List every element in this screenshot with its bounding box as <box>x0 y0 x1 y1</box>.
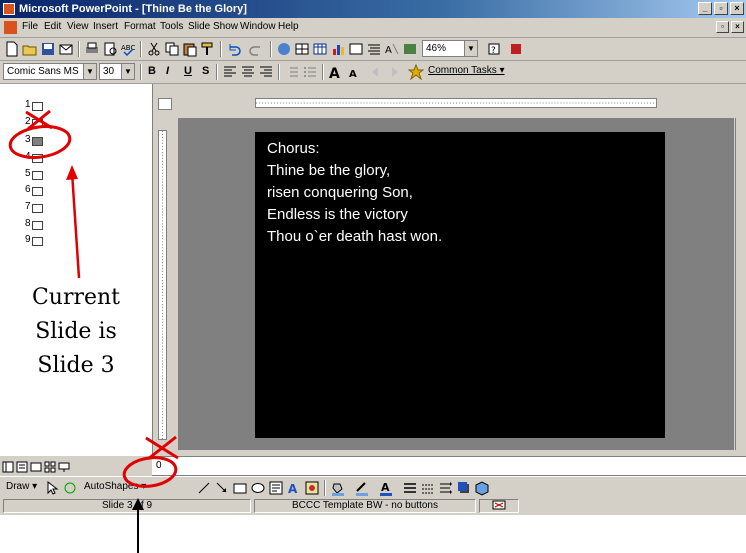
annotation-overlay <box>8 109 179 553</box>
annotation-line: Slide is <box>35 319 117 344</box>
annotation-line: Current <box>31 285 121 310</box>
annotation-x-mark-notes <box>145 435 179 461</box>
annotation-arrowhead-bottom <box>132 498 144 510</box>
annotation-line: Slide 3 <box>37 353 115 378</box>
annotation-caption: Current Slide is Slide 3 <box>16 281 136 383</box>
annotation-circle-notes <box>122 456 178 488</box>
annotation-arrow-slide-3 <box>70 171 81 279</box>
annotation-circle-slide-3 <box>8 125 72 159</box>
annotation-arrowhead-slide-3 <box>66 165 78 180</box>
